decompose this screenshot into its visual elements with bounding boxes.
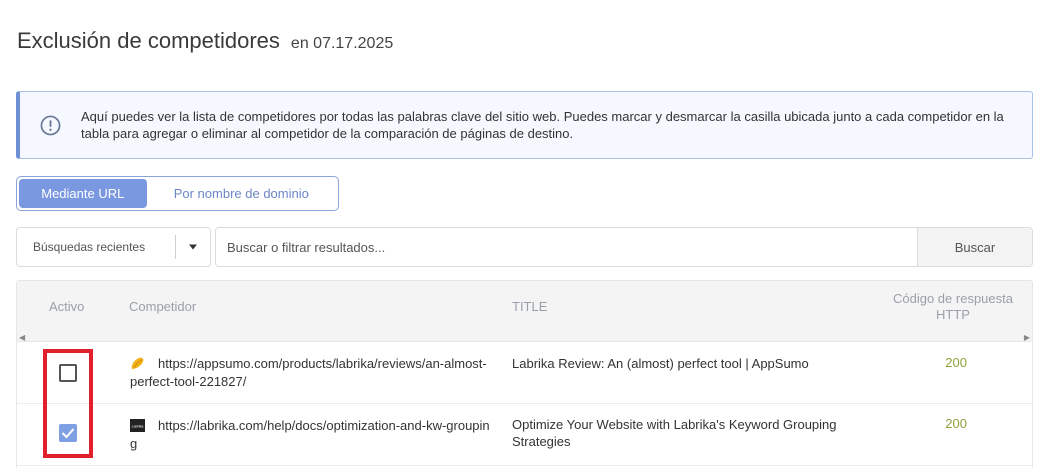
- search-row: Búsquedas recientes Buscar: [16, 227, 1033, 267]
- competitor-mode-toggle: Mediante URL Por nombre de dominio: [16, 176, 339, 211]
- active-checkbox[interactable]: [59, 364, 77, 382]
- column-http-header[interactable]: Código de respuesta HTTP: [888, 291, 1018, 323]
- table-row: Labrika https://labrika.com/help/docs/op…: [17, 404, 1032, 466]
- http-code: 200: [945, 416, 967, 431]
- page-title: Exclusión de competidores: [17, 28, 280, 53]
- info-icon: [40, 115, 61, 135]
- http-code: 200: [945, 355, 967, 370]
- caret-down-icon: [189, 244, 197, 250]
- scroll-left-icon[interactable]: ◀: [19, 333, 25, 342]
- tab-by-url[interactable]: Mediante URL: [19, 179, 147, 208]
- search-box: Buscar: [215, 227, 1033, 267]
- page-header: Exclusión de competidores en 07.17.2025: [17, 28, 393, 54]
- search-input[interactable]: [216, 228, 917, 266]
- active-checkbox[interactable]: [59, 424, 77, 442]
- search-button[interactable]: Buscar: [917, 228, 1032, 266]
- competitor-url[interactable]: https://appsumo.com/products/labrika/rev…: [130, 355, 492, 391]
- page-date: en 07.17.2025: [290, 35, 394, 52]
- info-text: Aquí puedes ver la lista de competidores…: [81, 109, 1004, 141]
- column-competitor-header[interactable]: Competidor: [129, 299, 196, 314]
- dropdown-toggle[interactable]: [176, 244, 210, 250]
- recent-searches-label: Búsquedas recientes: [33, 240, 146, 254]
- table-row: https://appsumo.com/products/labrika/rev…: [17, 342, 1032, 404]
- competitor-title: Optimize Your Website with Labrika's Key…: [512, 417, 837, 449]
- checkmark-icon: [61, 428, 75, 439]
- info-banner: Aquí puedes ver la lista de competidores…: [16, 91, 1033, 159]
- scroll-right-icon[interactable]: ▶: [1024, 333, 1030, 342]
- column-active-header[interactable]: Activo: [49, 299, 84, 314]
- table-header: Activo Competidor TITLE Código de respue…: [17, 281, 1032, 332]
- competitors-table: Activo Competidor TITLE Código de respue…: [16, 280, 1033, 468]
- column-title-header[interactable]: TITLE: [512, 299, 547, 314]
- competitor-url[interactable]: https://labrika.com/help/docs/optimizati…: [130, 417, 492, 453]
- competitor-title: Labrika Review: An (almost) perfect tool…: [512, 356, 809, 371]
- recent-searches-dropdown[interactable]: Búsquedas recientes: [16, 227, 211, 267]
- tab-by-domain[interactable]: Por nombre de dominio: [147, 179, 336, 208]
- horizontal-scrollbar[interactable]: ◀ ▶: [17, 332, 1032, 342]
